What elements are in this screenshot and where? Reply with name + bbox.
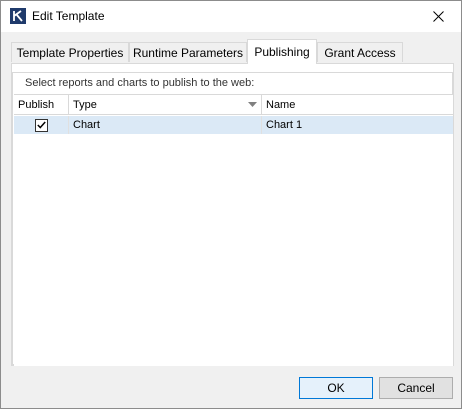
edit-template-dialog: Edit Template Template Properties Runtim… bbox=[0, 0, 462, 409]
title-bar: Edit Template bbox=[1, 1, 461, 32]
header-label: Name bbox=[266, 98, 296, 111]
ok-button[interactable]: OK bbox=[299, 377, 373, 399]
publish-checkbox[interactable] bbox=[34, 118, 48, 132]
cancel-button[interactable]: Cancel bbox=[379, 377, 453, 399]
name-value: Chart 1 bbox=[266, 119, 303, 131]
tab-label: Runtime Parameters bbox=[132, 45, 244, 60]
publishing-panel: Select reports and charts to publish to … bbox=[11, 63, 454, 366]
button-label: OK bbox=[327, 381, 345, 395]
app-logo-icon bbox=[10, 8, 26, 24]
publish-group-box: Select reports and charts to publish to … bbox=[12, 72, 453, 366]
group-label: Select reports and charts to publish to … bbox=[23, 77, 257, 89]
column-header-name[interactable]: Name bbox=[262, 95, 453, 115]
column-header-publish[interactable]: Publish bbox=[14, 95, 69, 115]
tab-label: Template Properties bbox=[16, 45, 124, 60]
type-cell[interactable]: Chart bbox=[69, 116, 262, 134]
tab-publishing[interactable]: Publishing bbox=[247, 39, 317, 64]
publish-cell[interactable] bbox=[14, 116, 69, 134]
sort-down-icon bbox=[248, 101, 257, 107]
tab-grant-access[interactable]: Grant Access bbox=[317, 42, 403, 62]
header-label: Publish bbox=[18, 98, 55, 111]
button-label: Cancel bbox=[397, 381, 435, 395]
close-button[interactable] bbox=[415, 1, 461, 32]
publish-table: Publish Type Name Chart Chart 1 bbox=[14, 94, 453, 366]
checkmark-icon bbox=[36, 121, 46, 129]
tab-label: Publishing bbox=[254, 45, 310, 59]
tab-label: Grant Access bbox=[324, 45, 396, 60]
tab-template-properties[interactable]: Template Properties bbox=[11, 42, 129, 62]
header-label: Type bbox=[73, 98, 97, 111]
type-value: Chart bbox=[73, 119, 100, 131]
tab-runtime-parameters[interactable]: Runtime Parameters bbox=[129, 42, 247, 62]
close-icon bbox=[432, 11, 444, 22]
column-header-type[interactable]: Type bbox=[69, 95, 262, 115]
window-title: Edit Template bbox=[32, 9, 105, 23]
name-cell[interactable]: Chart 1 bbox=[262, 116, 453, 134]
